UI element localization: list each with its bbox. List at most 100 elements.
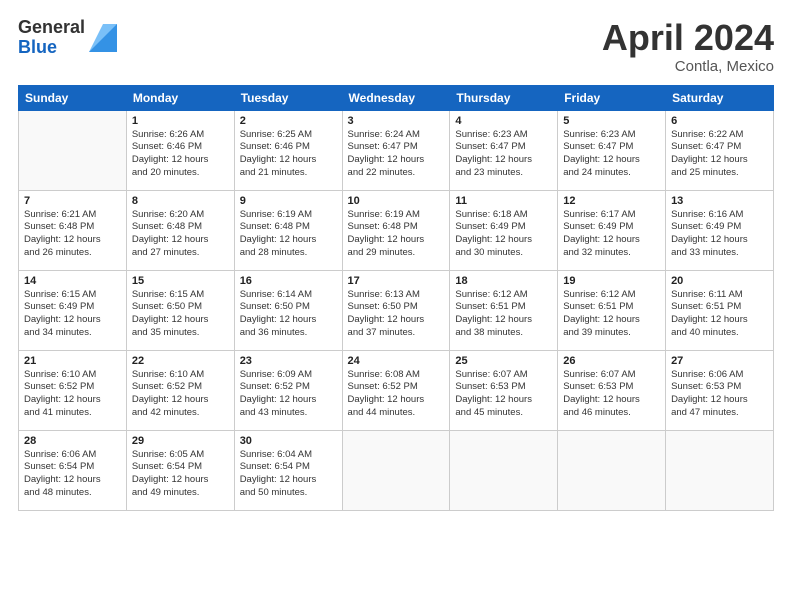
calendar-cell: 5Sunrise: 6:23 AM Sunset: 6:47 PM Daylig…	[558, 110, 666, 190]
day-info: Sunrise: 6:10 AM Sunset: 6:52 PM Dayligh…	[24, 369, 121, 420]
day-info: Sunrise: 6:05 AM Sunset: 6:54 PM Dayligh…	[132, 449, 229, 500]
day-info: Sunrise: 6:10 AM Sunset: 6:52 PM Dayligh…	[132, 369, 229, 420]
day-info: Sunrise: 6:26 AM Sunset: 6:46 PM Dayligh…	[132, 129, 229, 180]
day-info: Sunrise: 6:19 AM Sunset: 6:48 PM Dayligh…	[240, 209, 337, 260]
day-number: 18	[455, 275, 552, 287]
title-location: Contla, Mexico	[602, 58, 774, 75]
day-info: Sunrise: 6:12 AM Sunset: 6:51 PM Dayligh…	[455, 289, 552, 340]
day-info: Sunrise: 6:06 AM Sunset: 6:54 PM Dayligh…	[24, 449, 121, 500]
calendar-cell: 4 Sunrise: 6:23 AM Sunset: 6:47 PM Daylig…	[450, 110, 558, 190]
calendar-cell: 22 Sunrise: 6:10 AM Sunset: 6:52 PM Dayli…	[126, 350, 234, 430]
calendar-cell: 27 Sunrise: 6:06 AM Sunset: 6:53 PM Dayli…	[666, 350, 774, 430]
day-number: 26	[563, 355, 660, 367]
calendar-cell: 11 Sunrise: 6:18 AM Sunset: 6:49 PM Dayli…	[450, 190, 558, 270]
day-number: 14	[24, 275, 121, 287]
day-number: 28	[24, 435, 121, 447]
day-info: Sunrise: 6:19 AM Sunset: 6:48 PM Dayligh…	[348, 209, 445, 260]
calendar-cell: 2Sunrise: 6:25 AM Sunset: 6:46 PM Daylig…	[234, 110, 342, 190]
day-number: 25	[455, 355, 552, 367]
calendar-week-2: 14 Sunrise: 6:15 AM Sunset: 6:49 PM Dayli…	[19, 270, 774, 350]
day-info: Sunrise: 6:15 AM Sunset: 6:49 PM Dayligh…	[24, 289, 121, 340]
day-number: 3	[348, 115, 445, 127]
title-block: April 2024 Contla, Mexico	[602, 18, 774, 75]
calendar-cell: 18 Sunrise: 6:12 AM Sunset: 6:51 PM Dayli…	[450, 270, 558, 350]
day-number: 7	[24, 195, 121, 207]
day-number: 21	[24, 355, 121, 367]
logo-general: General	[18, 18, 85, 38]
calendar-cell: 29 Sunrise: 6:05 AM Sunset: 6:54 PM Dayli…	[126, 430, 234, 510]
day-number: 16	[240, 275, 337, 287]
day-info: Sunrise: 6:12 AM Sunset: 6:51 PM Dayligh…	[563, 289, 660, 340]
day-info: Sunrise: 6:15 AM Sunset: 6:50 PM Dayligh…	[132, 289, 229, 340]
calendar-header-row: SundayMondayTuesdayWednesdayThursdayFrid…	[19, 85, 774, 110]
calendar-header-saturday: Saturday	[666, 85, 774, 110]
calendar-cell: 9 Sunrise: 6:19 AM Sunset: 6:48 PM Daylig…	[234, 190, 342, 270]
day-number: 22	[132, 355, 229, 367]
calendar-cell: 24Sunrise: 6:08 AM Sunset: 6:52 PM Dayli…	[342, 350, 450, 430]
calendar-cell: 23Sunrise: 6:09 AM Sunset: 6:52 PM Dayli…	[234, 350, 342, 430]
day-info: Sunrise: 6:18 AM Sunset: 6:49 PM Dayligh…	[455, 209, 552, 260]
calendar-cell: 26 Sunrise: 6:07 AM Sunset: 6:53 PM Dayli…	[558, 350, 666, 430]
calendar-cell: 14 Sunrise: 6:15 AM Sunset: 6:49 PM Dayli…	[19, 270, 127, 350]
day-number: 12	[563, 195, 660, 207]
day-number: 13	[671, 195, 768, 207]
calendar-cell	[19, 110, 127, 190]
calendar-cell: 25 Sunrise: 6:07 AM Sunset: 6:53 PM Dayli…	[450, 350, 558, 430]
day-number: 17	[348, 275, 445, 287]
header: General Blue April 2024 Contla, Mexico	[18, 18, 774, 75]
calendar-week-4: 28 Sunrise: 6:06 AM Sunset: 6:54 PM Dayli…	[19, 430, 774, 510]
day-info: Sunrise: 6:23 AM Sunset: 6:47 PM Dayligh…	[563, 129, 660, 180]
day-info: Sunrise: 6:23 AM Sunset: 6:47 PM Dayligh…	[455, 129, 552, 180]
day-number: 9	[240, 195, 337, 207]
calendar-header-monday: Monday	[126, 85, 234, 110]
calendar-cell: 21 Sunrise: 6:10 AM Sunset: 6:52 PM Dayli…	[19, 350, 127, 430]
day-number: 15	[132, 275, 229, 287]
calendar-cell	[666, 430, 774, 510]
day-info: Sunrise: 6:06 AM Sunset: 6:53 PM Dayligh…	[671, 369, 768, 420]
logo: General Blue	[18, 18, 117, 58]
calendar-table: SundayMondayTuesdayWednesdayThursdayFrid…	[18, 85, 774, 511]
day-info: Sunrise: 6:14 AM Sunset: 6:50 PM Dayligh…	[240, 289, 337, 340]
calendar-header-wednesday: Wednesday	[342, 85, 450, 110]
day-number: 27	[671, 355, 768, 367]
calendar-cell: 19 Sunrise: 6:12 AM Sunset: 6:51 PM Dayli…	[558, 270, 666, 350]
day-info: Sunrise: 6:13 AM Sunset: 6:50 PM Dayligh…	[348, 289, 445, 340]
calendar-cell: 28 Sunrise: 6:06 AM Sunset: 6:54 PM Dayli…	[19, 430, 127, 510]
calendar-header-tuesday: Tuesday	[234, 85, 342, 110]
day-number: 10	[348, 195, 445, 207]
title-month: April 2024	[602, 18, 774, 58]
day-info: Sunrise: 6:04 AM Sunset: 6:54 PM Dayligh…	[240, 449, 337, 500]
day-number: 4	[455, 115, 552, 127]
calendar-week-0: 1 Sunrise: 6:26 AM Sunset: 6:46 PM Daylig…	[19, 110, 774, 190]
day-info: Sunrise: 6:07 AM Sunset: 6:53 PM Dayligh…	[455, 369, 552, 420]
calendar-cell: 16 Sunrise: 6:14 AM Sunset: 6:50 PM Dayli…	[234, 270, 342, 350]
day-number: 1	[132, 115, 229, 127]
calendar-header-friday: Friday	[558, 85, 666, 110]
calendar-header-thursday: Thursday	[450, 85, 558, 110]
calendar-cell: 30 Sunrise: 6:04 AM Sunset: 6:54 PM Dayli…	[234, 430, 342, 510]
day-info: Sunrise: 6:22 AM Sunset: 6:47 PM Dayligh…	[671, 129, 768, 180]
day-number: 19	[563, 275, 660, 287]
day-number: 30	[240, 435, 337, 447]
day-info: Sunrise: 6:17 AM Sunset: 6:49 PM Dayligh…	[563, 209, 660, 260]
day-number: 20	[671, 275, 768, 287]
calendar-cell: 3 Sunrise: 6:24 AM Sunset: 6:47 PM Daylig…	[342, 110, 450, 190]
logo-icon	[89, 24, 117, 52]
calendar-header-sunday: Sunday	[19, 85, 127, 110]
calendar-cell: 13Sunrise: 6:16 AM Sunset: 6:49 PM Dayli…	[666, 190, 774, 270]
calendar-cell: 17 Sunrise: 6:13 AM Sunset: 6:50 PM Dayli…	[342, 270, 450, 350]
day-number: 29	[132, 435, 229, 447]
calendar-cell: 10 Sunrise: 6:19 AM Sunset: 6:48 PM Dayli…	[342, 190, 450, 270]
day-info: Sunrise: 6:25 AM Sunset: 6:46 PM Dayligh…	[240, 129, 337, 180]
day-number: 8	[132, 195, 229, 207]
day-info: Sunrise: 6:24 AM Sunset: 6:47 PM Dayligh…	[348, 129, 445, 180]
day-info: Sunrise: 6:09 AM Sunset: 6:52 PM Dayligh…	[240, 369, 337, 420]
calendar-cell	[450, 430, 558, 510]
calendar-cell: 7Sunrise: 6:21 AM Sunset: 6:48 PM Daylig…	[19, 190, 127, 270]
day-info: Sunrise: 6:08 AM Sunset: 6:52 PM Dayligh…	[348, 369, 445, 420]
calendar-cell: 6Sunrise: 6:22 AM Sunset: 6:47 PM Daylig…	[666, 110, 774, 190]
day-info: Sunrise: 6:07 AM Sunset: 6:53 PM Dayligh…	[563, 369, 660, 420]
calendar-week-1: 7Sunrise: 6:21 AM Sunset: 6:48 PM Daylig…	[19, 190, 774, 270]
day-info: Sunrise: 6:20 AM Sunset: 6:48 PM Dayligh…	[132, 209, 229, 260]
day-number: 11	[455, 195, 552, 207]
